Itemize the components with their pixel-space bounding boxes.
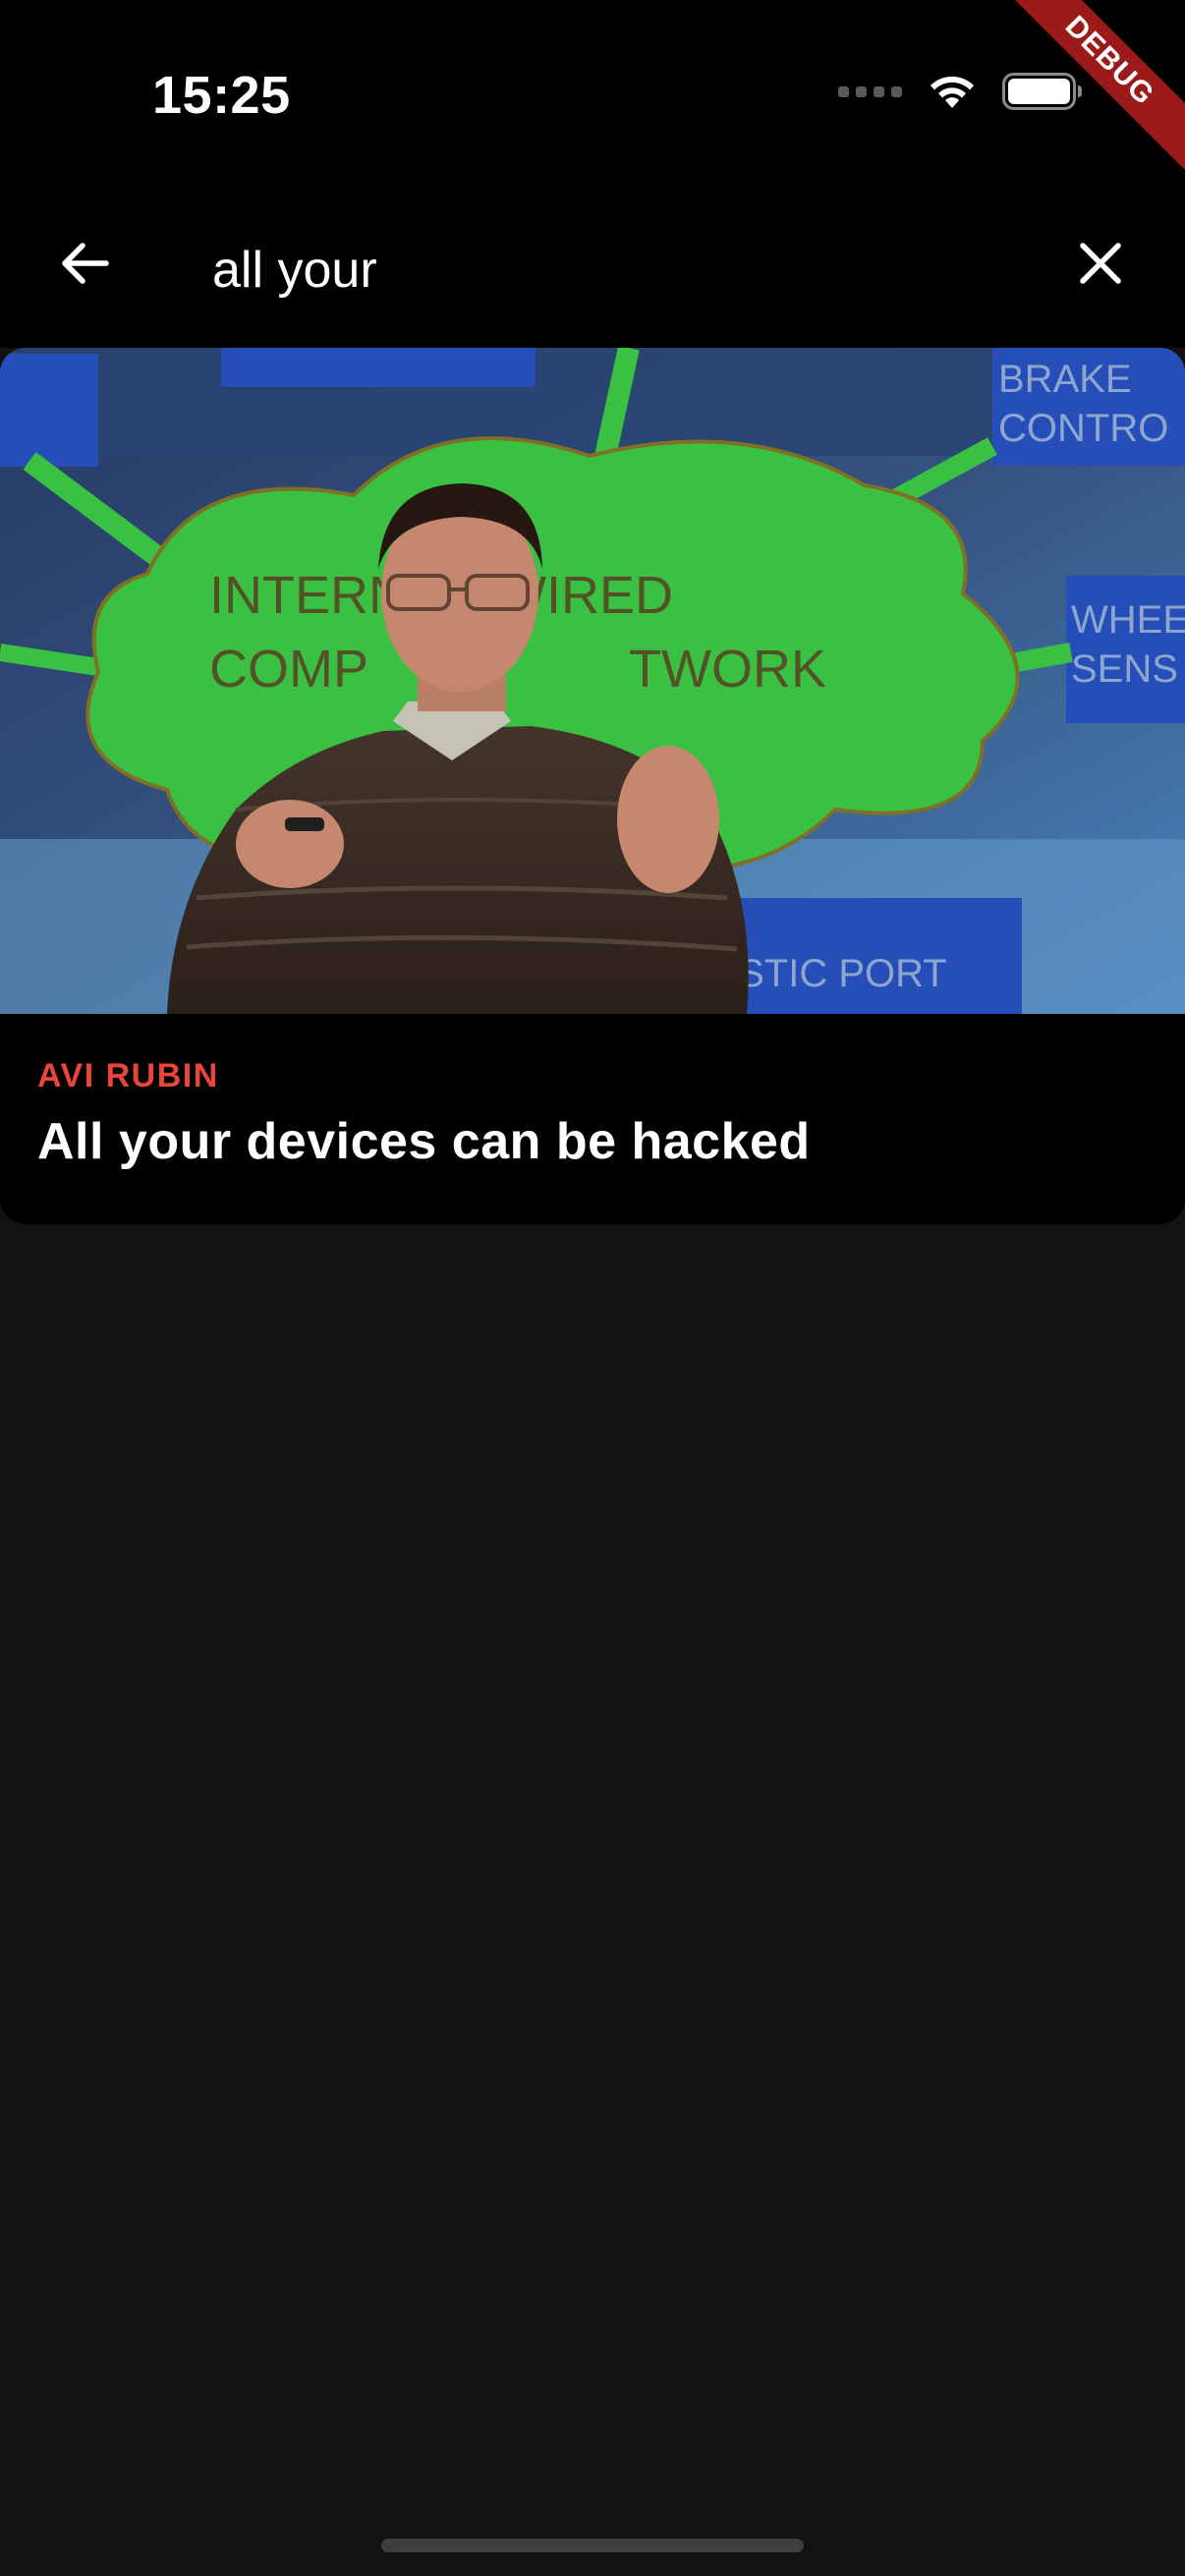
cellular-signal-icon [838, 85, 902, 97]
search-input[interactable] [212, 236, 1018, 305]
search-screen: 15:25 DEBUG all your INTERN WIRED COMP T… [0, 0, 1185, 2576]
clear-search-button[interactable] [1063, 226, 1138, 301]
talk-speaker: AVI RUBIN [37, 1057, 219, 1094]
close-icon [1080, 243, 1121, 284]
status-time: 15:25 [152, 66, 291, 125]
battery-icon [1002, 73, 1082, 110]
search-app-bar [0, 196, 1185, 348]
arrow-left-icon [62, 243, 109, 284]
wifi-icon [931, 76, 974, 108]
status-bar: 15:25 DEBUG [0, 0, 1185, 196]
home-indicator[interactable] [381, 2539, 804, 2552]
status-icons [838, 73, 1083, 110]
back-button[interactable] [47, 226, 122, 301]
talk-thumbnail-image: INTERN WIRED COMP TWORK BRAKE CONTRO WHE… [0, 348, 1185, 1014]
talk-result-card[interactable]: INTERN WIRED COMP TWORK BRAKE CONTRO WHE… [0, 348, 1185, 1224]
talk-title: All your devices can be hacked [37, 1113, 811, 1170]
